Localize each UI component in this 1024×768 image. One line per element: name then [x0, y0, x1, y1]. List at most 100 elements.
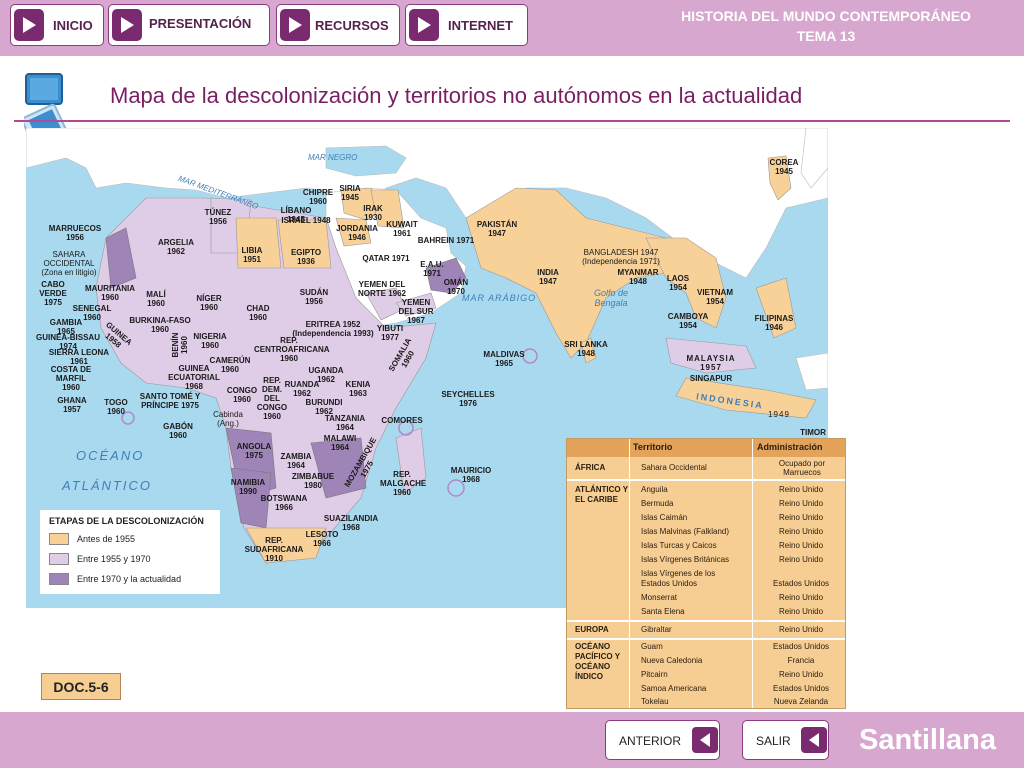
map-label: ZIMBABUE 1980	[291, 472, 335, 490]
play-icon	[280, 9, 310, 41]
table-region: ÁFRICA	[575, 463, 606, 472]
nav-label: RECURSOS	[315, 18, 389, 33]
map-label: SIRIA 1945	[339, 184, 361, 202]
map-label: TÚNEZ 1956	[204, 208, 232, 226]
play-icon	[14, 9, 44, 41]
previous-button[interactable]: ANTERIOR	[605, 720, 720, 760]
map-label: SRI LANKA 1948	[564, 340, 608, 358]
map-label: MALDIVAS 1965	[483, 350, 525, 368]
map-label: TIMOR	[800, 428, 826, 437]
table-cell-territory: Santa Elena	[641, 607, 685, 616]
table-cell-territory: Islas Turcas y Caicos	[641, 541, 717, 550]
map-label: OMÁN 1970	[443, 278, 469, 296]
map-label: YEMEN DEL SUR 1967	[398, 298, 434, 325]
table-region: ATLÁNTICO Y EL CARIBE	[575, 485, 628, 504]
table-cell-territory: Islas Malvinas (Falkland)	[641, 527, 730, 536]
table-cell-admin: Reino Unido	[778, 555, 824, 564]
map-label: JORDANIA 1946	[336, 224, 378, 242]
table-cell-admin: Reino Unido	[778, 541, 824, 550]
map-label: MAURICIO 1968	[450, 466, 492, 484]
top-bar: INICIO PRESENTACIÓN RECURSOS INTERNET HI…	[0, 0, 1024, 56]
table-cell-territory: Sahara Occidental	[641, 463, 707, 472]
table-cell-territory: Nueva Caledonia	[641, 656, 703, 665]
map-label: YEMEN DEL NORTE 1962	[357, 280, 407, 298]
map-label: BENÍN 1960	[171, 332, 189, 358]
map-label: CABO VERDE 1975	[39, 280, 67, 307]
map-label: COSTA DE MARFIL 1960	[50, 365, 92, 392]
sea-label: ATLÁNTICO	[62, 478, 152, 493]
map-label: REP. SUDAFRICANA 1910	[244, 536, 304, 563]
table-cell-admin: Reino Unido	[778, 527, 824, 536]
map-label: 1949	[768, 410, 790, 419]
table-header: Territorio Administración	[567, 439, 845, 457]
table-header-territory: Territorio	[633, 442, 673, 452]
table-cell-admin: Reino Unido	[778, 593, 824, 602]
table-region: EUROPA	[575, 625, 609, 634]
map-label: SINGAPUR	[689, 374, 733, 383]
table-cell-admin: Reino Unido	[778, 625, 824, 634]
table-cell-admin: Reino Unido	[778, 513, 824, 522]
map-label: ERITREA 1952 (Independencia 1993)	[292, 320, 374, 338]
table-cell-admin: Reino Unido	[778, 485, 824, 494]
nav-internet-button[interactable]: INTERNET	[405, 4, 528, 46]
legend-item: Entre 1970 y la actualidad	[49, 572, 181, 586]
map-label: CAMBOYA 1954	[667, 312, 709, 330]
map-label: FILIPINAS 1946	[754, 314, 794, 332]
legend-swatch	[49, 573, 69, 585]
table-cell-admin: Estados Unidos	[772, 642, 830, 651]
map-label: SIERRA LEONA 1961	[48, 348, 110, 366]
map-label: COREA 1945	[769, 158, 799, 176]
map-label: BOTSWANA 1966	[260, 494, 308, 512]
previous-label: ANTERIOR	[619, 734, 682, 748]
play-icon	[409, 9, 439, 41]
table-cell-admin: Estados Unidos	[772, 579, 830, 588]
table-cell-admin: Nueva Zelanda	[773, 697, 829, 706]
map-label: CHAD 1960	[246, 304, 270, 322]
slide: INICIO PRESENTACIÓN RECURSOS INTERNET HI…	[0, 0, 1024, 768]
map-label: RUANDA 1962	[284, 380, 320, 398]
map-label: INDIA 1947	[537, 268, 559, 286]
table-region: OCÉANO PACÍFICO Y OCÉANO ÍNDICO	[575, 642, 620, 681]
legend-item: Antes de 1955	[49, 532, 135, 546]
map-label: LAOS 1954	[666, 274, 690, 292]
table-cell-territory: Bermuda	[641, 499, 674, 508]
map-legend: ETAPAS DE LA DESCOLONIZACIÓN Antes de 19…	[40, 510, 220, 594]
publisher-logo: Santillana	[859, 724, 996, 756]
legend-title: ETAPAS DE LA DESCOLONIZACIÓN	[49, 516, 204, 526]
table-cell-territory: Tokelau	[641, 697, 669, 706]
table-cell-territory: Islas Caimán	[641, 513, 688, 522]
map-label: NÍGER 1960	[196, 294, 222, 312]
exit-label: SALIR	[756, 734, 791, 748]
table-cell-territory: Monserrat	[641, 593, 678, 602]
course-title: HISTORIA DEL MUNDO CONTEMPORÁNEO TEMA 13	[681, 8, 971, 44]
map-label: BANGLADESH 1947 (Independencia 1971)	[582, 248, 660, 266]
map-label: MALAYSIA 1957	[686, 354, 736, 372]
legend-item: Entre 1955 y 1970	[49, 552, 151, 566]
sea-label: Golfo de Bengala	[593, 288, 629, 308]
table-cell-territory: Islas Vírgenes Británicas	[641, 555, 730, 564]
map-label: BURKINA-FASO 1960	[129, 316, 191, 334]
map-label: QATAR 1971	[362, 254, 410, 263]
map-label: REP. MALGACHE 1960	[380, 470, 427, 497]
map-label: SUDÁN 1956	[299, 288, 329, 306]
map-label: ZAMBIA 1964	[280, 452, 312, 470]
play-icon	[112, 9, 142, 41]
table-cell-admin: Estados Unidos	[772, 684, 830, 693]
exit-button[interactable]: SALIR	[742, 720, 829, 760]
table-cell-territory: Pitcairn	[641, 670, 668, 679]
map-label: E.A.U. 1971	[420, 260, 444, 278]
map-label: NIGERIA 1960	[193, 332, 227, 350]
map-label: GHANA 1957	[57, 396, 87, 414]
table-cell-territory: Guam	[641, 642, 663, 651]
map-label: MYANMAR 1948	[617, 268, 659, 286]
map-label: COMORES	[381, 416, 423, 425]
nav-inicio-button[interactable]: INICIO	[10, 4, 104, 46]
map-label: SEYCHELLES 1976	[441, 390, 495, 408]
nav-presentacion-button[interactable]: PRESENTACIÓN	[108, 4, 270, 46]
map-label: MARRUECOS 1956	[48, 224, 102, 242]
sea-label: MAR NEGRO	[308, 153, 358, 162]
nav-recursos-button[interactable]: RECURSOS	[276, 4, 400, 46]
bottom-bar: ANTERIOR SALIR Santillana	[0, 712, 1024, 768]
table-cell-admin: Francia	[787, 656, 815, 665]
map-label: ISRAEL 1948	[281, 216, 331, 225]
